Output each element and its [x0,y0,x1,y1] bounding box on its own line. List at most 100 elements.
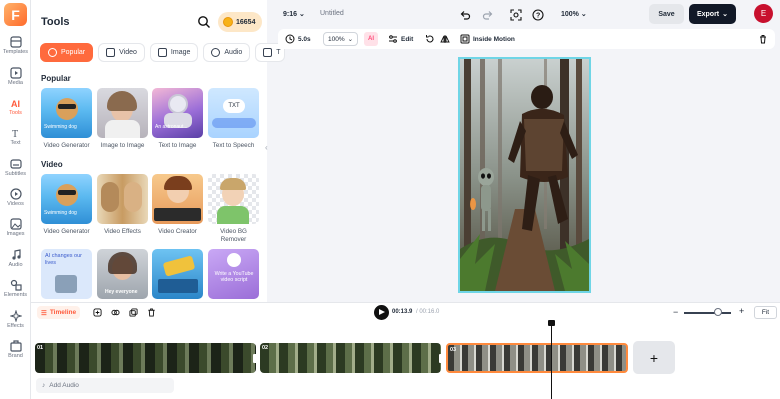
timeline-tab[interactable]: ☰ Timeline [37,306,81,319]
card-thumbnail: TXT [208,88,259,138]
credit-balance[interactable]: 16654 [218,12,262,32]
panel-collapse-chevron-icon[interactable]: ‹ [265,143,273,159]
chevron-down-icon: ⌄ [722,11,729,18]
clip-zoom-select[interactable]: 100% ⌄ [323,32,359,46]
rail-item-brand[interactable]: Brand [0,340,31,368]
tab-image[interactable]: Image [149,43,199,62]
rotate-icon[interactable] [425,33,435,45]
canvas-zoom-select[interactable]: 100% ⌄ [561,10,587,18]
canvas-video-preview[interactable] [458,57,591,293]
card-caption: Video Generator [43,142,90,149]
rail-item-videos[interactable]: Videos [0,188,31,216]
tool-tabs: Popular Video Image Audio T [40,43,285,62]
add-track-icon[interactable] [93,308,102,317]
thumb-text: AI changes our lives [45,253,82,266]
redo-icon[interactable] [482,9,494,21]
clip-number: 02 [262,345,269,351]
trash-icon[interactable] [758,33,768,45]
split-icon[interactable] [111,308,120,317]
card-caption: Video Creator [158,228,197,235]
timeline-icon: ☰ [41,309,47,317]
card-thumbnail [152,249,203,299]
user-avatar[interactable]: E [754,4,773,23]
tool-card-video-generator-2[interactable]: Swimming dog Video Generator [41,174,92,236]
total-time: / 00:16.0 [416,309,440,315]
video-editor-app: F Templates Media AI Tools T Text Subtit… [0,0,780,399]
zoom-slider-handle[interactable] [714,308,722,316]
tab-video[interactable]: Video [98,43,145,62]
rail-item-audio[interactable]: Audio [0,249,31,277]
tool-card-video-creator[interactable]: Video Creator [152,174,203,236]
tab-audio[interactable]: Audio [203,43,251,62]
rail-item-effects[interactable]: Effects [0,310,31,338]
playhead[interactable] [548,320,555,399]
timeline-zoom-slider[interactable] [684,312,731,314]
elements-icon [10,279,22,291]
add-audio-button[interactable]: ♪ Add Audio [36,378,174,393]
tool-card-video-generator[interactable]: Swimming dog Video Generator [41,88,92,150]
rail-item-subtitles[interactable]: Subtitles [0,158,31,186]
rail-item-tools[interactable]: AI Tools [0,97,31,125]
rail-item-images[interactable]: Images [0,218,31,246]
rail-label: Videos [7,201,24,207]
ratio-value: 9:16 [283,11,298,18]
tool-card-action-video[interactable] [152,249,203,299]
bigfoot-alien-forest-image [460,59,589,291]
duration-control[interactable]: 5.0s [285,33,311,45]
rail-item-elements[interactable]: Elements [0,279,31,307]
credit-count: 16654 [236,18,256,26]
card-thumbnail [97,88,148,138]
zoom-out-icon[interactable]: − [673,307,678,317]
videos-icon [9,188,22,200]
media-icon [9,67,22,79]
text-icon: T [12,129,18,139]
card-caption: Video Effects [104,228,141,235]
thumb-text: Write a YouTube video script [214,271,254,284]
project-title[interactable]: Untitled [320,10,344,17]
screenshot-icon[interactable] [510,9,522,21]
card-thumbnail: Hey everyone [97,249,148,299]
tool-card-video-bg-remover[interactable]: Video BG Remover [208,174,259,243]
aspect-ratio-select[interactable]: 9:16 ⌄ [283,10,305,18]
video-clip[interactable]: 01 [35,343,256,373]
zoom-in-icon[interactable]: + [739,306,744,316]
fit-button[interactable]: Fit [754,306,777,319]
card-thumbnail: Swimming dog [41,88,92,138]
zoom-value: 100% [561,11,579,18]
tab-popular[interactable]: Popular [40,43,94,62]
duplicate-icon[interactable] [129,308,138,317]
save-button[interactable]: Save [649,4,684,24]
tool-card-video-effects[interactable]: Video Effects [97,174,148,236]
tool-card-talking-avatar[interactable]: Hey everyone [97,249,148,299]
flip-icon[interactable] [440,33,450,45]
export-button[interactable]: Export ⌄ [689,4,736,24]
rail-item-templates[interactable]: Templates [0,36,31,64]
transition-handle[interactable] [253,354,259,363]
search-icon[interactable] [197,15,211,29]
add-clip-button[interactable]: + [633,341,675,374]
ai-magic-icon[interactable]: AI [364,32,378,46]
card-thumbnail [97,174,148,224]
video-clip-selected[interactable]: 03 [446,343,628,373]
rail-item-text[interactable]: T Text [0,127,31,155]
tool-card-ai-script[interactable]: AI changes our lives [41,249,92,299]
tool-card-youtube-script[interactable]: Write a YouTube video script [208,249,259,299]
music-note-icon: ♪ [42,382,46,389]
app-logo[interactable]: F [4,3,27,26]
card-caption: Text to Image [158,142,197,149]
tool-card-image-to-image[interactable]: Image to Image [97,88,148,150]
transition-handle[interactable] [439,354,445,363]
rail-label: Media [8,80,23,86]
undo-icon[interactable] [459,9,471,21]
delete-clip-icon[interactable] [147,308,156,317]
rail-label: Images [6,231,25,237]
help-icon[interactable]: ? [532,9,544,21]
edit-button[interactable]: Edit [388,33,413,45]
play-button[interactable] [374,305,389,320]
rail-item-media[interactable]: Media [0,67,31,95]
tab-label: Image [170,49,191,56]
video-clip[interactable]: 02 [260,343,441,373]
inside-motion-button[interactable]: Inside Motion [460,33,515,45]
tool-card-text-to-speech[interactable]: TXT Text to Speech [208,88,259,150]
tool-card-text-to-image[interactable]: An astronaut... Text to Image [152,88,203,150]
